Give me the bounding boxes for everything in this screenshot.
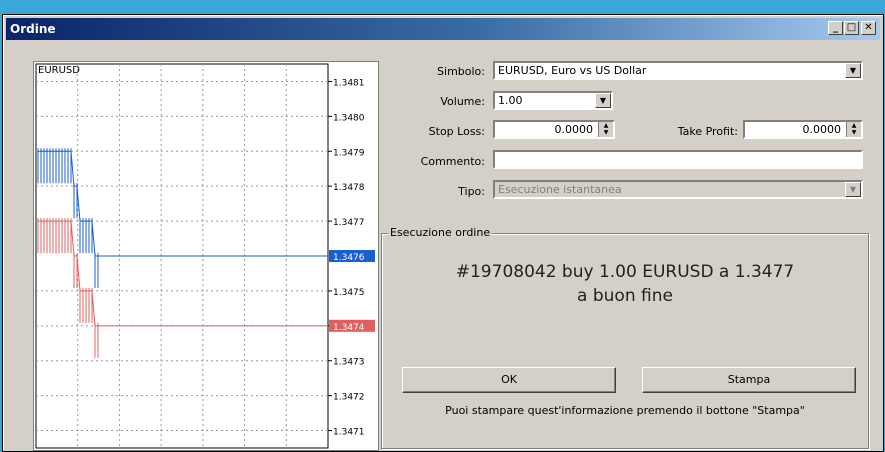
type-select: Esecuzione istantanea ▼ [493,180,863,199]
execution-group: Esecuzione ordine #19708042 buy 1.00 EUR… [381,226,869,449]
y-tick-label: 1.3473 [333,358,365,368]
y-tick-label: 1.3479 [333,148,365,158]
takeprofit-input[interactable]: 0.0000 ▲ ▼ [743,120,863,139]
ok-button[interactable]: OK [402,367,616,393]
chevron-down-icon[interactable]: ▼ [845,63,861,78]
type-select-value: Esecuzione istantanea [498,183,622,196]
order-window: Ordine _ □ ✕ 1.3481 1.3480 1.3479 1.3478 1.3… [2,14,884,452]
y-tick-label: 1.3471 [333,428,365,438]
y-tick-label: 1.3481 [333,78,365,88]
symbol-select-value: EURUSD, Euro vs US Dollar [498,64,647,77]
print-button[interactable]: Stampa [642,367,856,393]
print-hint: Puoi stampare quest'informazione premend… [445,404,805,417]
volume-select-value: 1.00 [498,94,523,107]
price-tag-label: 1.3474 [333,323,365,333]
stoploss-input[interactable]: 0.0000 ▲ ▼ [493,120,615,139]
chart-symbol-label: EURUSD [38,65,80,76]
tick-chart: 1.3481 1.3480 1.3479 1.3478 1.3477 1.3475 1.34… [33,61,379,451]
stoploss-label: Stop Loss: [428,125,485,138]
close-button[interactable]: ✕ [861,21,876,35]
comment-label: Commento: [420,155,485,168]
y-tick-label: 1.3472 [333,393,365,403]
symbol-select[interactable]: EURUSD, Euro vs US Dollar ▼ [493,61,863,80]
chevron-down-icon[interactable]: ▼ [595,93,611,108]
y-tick-label: 1.3478 [333,183,365,193]
takeprofit-spinner[interactable]: ▲ ▼ [846,122,861,137]
takeprofit-value: 0.0000 [802,123,842,136]
type-label: Tipo: [458,185,485,198]
minimize-button[interactable]: _ [828,21,843,35]
volume-select[interactable]: 1.00 ▼ [493,91,613,110]
chevron-down-icon: ▼ [845,182,861,197]
tick-chart-svg: 1.3481 1.3480 1.3479 1.3478 1.3477 1.3475 1.34… [35,63,375,449]
symbol-label: Simbolo: [437,65,485,78]
volume-label: Volume: [440,95,485,108]
title-bar[interactable]: Ordine _ □ ✕ [6,18,880,40]
comment-input[interactable] [493,150,863,169]
maximize-button[interactable]: □ [844,21,859,35]
window-title: Ordine [10,22,56,36]
price-tag-label: 1.3476 [333,253,365,263]
execution-message-line2: a buon fine [577,286,673,306]
y-tick-label: 1.3475 [333,288,365,298]
takeprofit-label: Take Profit: [677,125,738,138]
y-tick-label: 1.3480 [333,113,365,123]
stoploss-spinner[interactable]: ▲ ▼ [598,122,613,137]
execution-group-label: Esecuzione ordine [388,226,493,239]
y-tick-label: 1.3477 [333,218,365,228]
stoploss-value: 0.0000 [554,123,594,136]
execution-message-line1: #19708042 buy 1.00 EURUSD a 1.3477 [455,262,795,282]
